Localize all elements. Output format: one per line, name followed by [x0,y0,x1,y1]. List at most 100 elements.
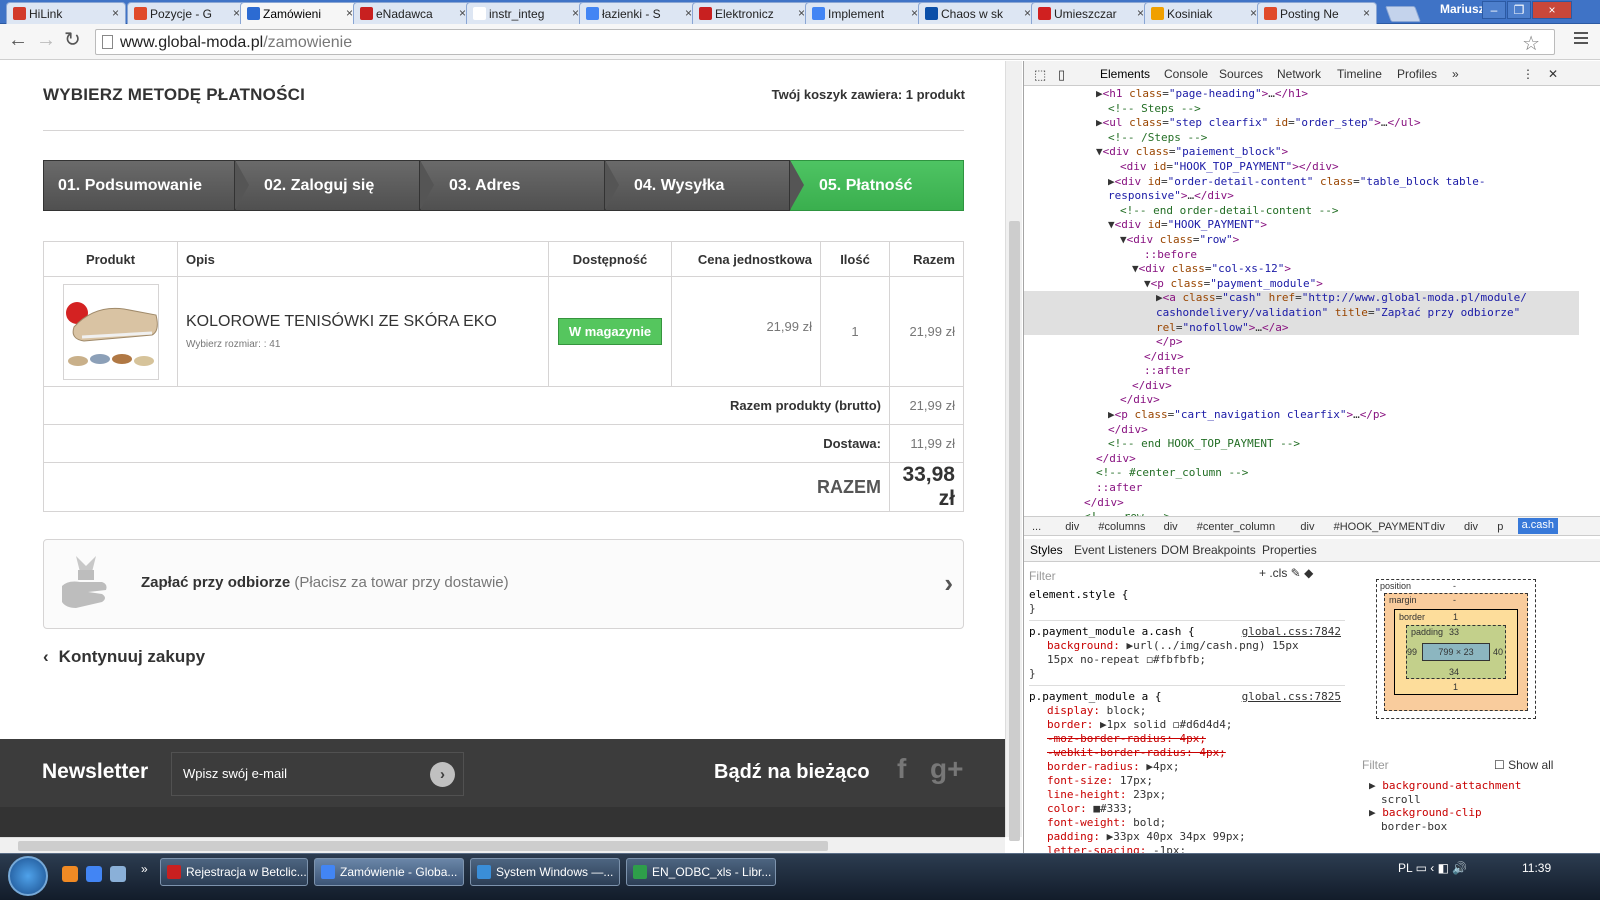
dom-node[interactable]: ▼<div class="paiement_block"> [1024,145,1579,160]
minimize-button[interactable]: – [1482,1,1506,19]
tab-close-icon[interactable]: × [233,6,240,20]
product-name-link[interactable]: KOLOROWE TENISÓWKI ZE SKÓRA EKO [186,313,548,331]
dom-node[interactable]: ▶<div id="order-detail-content" class="t… [1024,175,1579,190]
browser-tab[interactable]: Implement × [805,2,925,24]
dom-node[interactable]: ::after [1024,481,1579,496]
style-property[interactable]: line-height: 23px; [1029,788,1345,802]
browser-tab[interactable]: Zamówieni × [240,2,360,24]
taskbar-task[interactable]: System Windows —... [470,858,620,886]
computed-property[interactable]: ▶ background-clip [1369,806,1521,820]
tab-console[interactable]: Console [1164,67,1208,81]
product-image[interactable] [62,283,159,380]
dom-node[interactable]: rel="nofollow">…</a> [1024,320,1579,336]
back-icon[interactable]: ← [8,30,28,50]
tab-close-icon[interactable]: × [346,6,353,20]
dom-node[interactable]: </div> [1024,452,1579,467]
style-property[interactable]: font-weight: bold; [1029,816,1345,830]
style-property[interactable]: display: block; [1029,704,1345,718]
dom-node[interactable]: </div> [1024,393,1579,408]
style-property[interactable]: border: ▶1px solid ◻#d6d4d4; [1029,718,1345,732]
newsletter-email-input[interactable]: Wpisz swój e-mail [171,752,464,796]
tab-close-icon[interactable]: × [1250,6,1257,20]
dom-node[interactable]: cashondelivery/validation" title="Zapłać… [1024,305,1579,321]
dom-node[interactable]: </div> [1024,350,1579,365]
breadcrumb-item[interactable]: div [1464,521,1478,533]
close-window-button[interactable]: × [1532,1,1572,19]
browser-tab[interactable]: Kosiniak × [1144,2,1264,24]
style-property[interactable]: background: ▶url(../img/cash.png) 15px [1029,639,1345,653]
tab-close-icon[interactable]: × [1024,6,1031,20]
style-property[interactable]: 15px no-repeat ◻#fbfbfb; [1029,653,1345,667]
breadcrumb-item[interactable]: div [1431,521,1445,533]
style-property[interactable]: font-size: 17px; [1029,774,1345,788]
more-icon[interactable]: » [141,862,148,876]
dom-node[interactable]: ▶<a class="cash" href="http://www.global… [1024,291,1579,306]
browser-tab[interactable]: eNadawca × [353,2,473,24]
dom-node[interactable]: <div id="HOOK_TOP_PAYMENT"></div> [1024,160,1579,175]
browser-tab[interactable]: HiLink × [6,2,126,24]
dom-node[interactable]: ::after [1024,364,1579,379]
dom-node[interactable]: <!-- end order-detail-content --> [1024,204,1579,219]
browser-tab[interactable]: Pozycje - G × [127,2,247,24]
rule-selector[interactable]: element.style { [1029,588,1345,602]
breadcrumb-item[interactable]: ... [1032,521,1041,533]
profile-name[interactable]: Mariusz [1440,2,1485,16]
breadcrumb-item[interactable]: div [1164,521,1178,533]
dom-node[interactable]: </p> [1024,335,1579,350]
rule-source-link[interactable]: global.css:7825 [1242,690,1341,704]
breadcrumb-item[interactable]: div [1300,521,1314,533]
dom-node[interactable]: ▶<h1 class="page-heading">…</h1> [1024,87,1579,102]
page-vertical-scrollbar[interactable] [1005,61,1022,841]
dom-node[interactable]: ▼<div class="col-xs-12"> [1024,262,1579,277]
tab-elements[interactable]: Elements [1100,67,1150,81]
style-property[interactable]: border-radius: ▶4px; [1029,760,1345,774]
breadcrumb-item[interactable]: #center_column [1197,521,1275,533]
continue-shopping-link[interactable]: ‹ Kontynuuj zakupy [43,647,205,667]
tab-close-icon[interactable]: × [1137,6,1144,20]
dom-node[interactable]: </div> [1024,496,1579,511]
firefox-icon[interactable] [62,866,78,882]
dom-node[interactable]: </div> [1024,379,1579,394]
breadcrumb-item[interactable]: p [1497,521,1503,533]
browser-tab[interactable]: Posting Ne × [1257,2,1377,24]
forward-icon[interactable]: → [36,30,56,50]
browser-tab[interactable]: Umieszczar × [1031,2,1151,24]
breadcrumb-item[interactable]: div [1065,521,1079,533]
browser-tab[interactable]: Elektronicz × [692,2,812,24]
dom-node[interactable]: <!-- #center_column --> [1024,466,1579,481]
dom-node[interactable]: ▶<ul class="step clearfix" id="order_ste… [1024,116,1579,131]
close-devtools-icon[interactable]: ✕ [1548,67,1558,81]
breadcrumb-item[interactable]: #columns [1098,521,1145,533]
tab-close-icon[interactable]: × [112,6,119,20]
newsletter-submit-button[interactable]: › [430,762,455,787]
tab-close-icon[interactable]: × [911,6,918,20]
tab-close-icon[interactable]: × [685,6,692,20]
dom-node[interactable]: <!-- Steps --> [1024,102,1579,117]
chrome-icon[interactable] [86,866,102,882]
maximize-button[interactable]: ❐ [1507,1,1531,19]
language-indicator[interactable]: PL [1398,861,1412,875]
desktop-icon[interactable] [110,866,126,882]
dom-node[interactable]: </div> [1024,423,1579,438]
step-shipping[interactable]: 04. Wysyłka [605,160,790,211]
style-property[interactable]: color: ■#333; [1029,802,1345,816]
tab-close-icon[interactable]: × [572,6,579,20]
rule-source-link[interactable]: global.css:7842 [1242,625,1341,639]
computed-property[interactable]: ▶ background-attachment [1369,779,1521,793]
tab-profiles[interactable]: Profiles [1397,67,1437,81]
dom-node[interactable]: responsive">…</div> [1024,189,1579,204]
tab-close-icon[interactable]: × [1363,6,1370,20]
step-login[interactable]: 02. Zaloguj się [235,160,420,211]
bookmark-star-icon[interactable]: ☆ [1522,31,1540,56]
chrome-menu-icon[interactable] [1574,32,1588,47]
cash-on-delivery-option[interactable]: Zapłać przy odbiorze (Płacisz za towar p… [43,539,964,629]
dom-node[interactable]: ▼<div class="row"> [1024,233,1579,248]
start-button[interactable] [8,856,48,896]
browser-tab[interactable]: Chaos w sk × [918,2,1038,24]
computed-filter-input[interactable]: Filter [1362,758,1389,772]
style-property[interactable]: -webkit-border-radius: 4px; [1029,746,1345,760]
tab-close-icon[interactable]: × [459,6,466,20]
taskbar-task[interactable]: Zamówienie - Globa... [314,858,464,886]
dom-node[interactable]: ▼<div id="HOOK_PAYMENT"> [1024,218,1579,233]
dom-node[interactable]: <!-- end HOOK_TOP_PAYMENT --> [1024,437,1579,452]
